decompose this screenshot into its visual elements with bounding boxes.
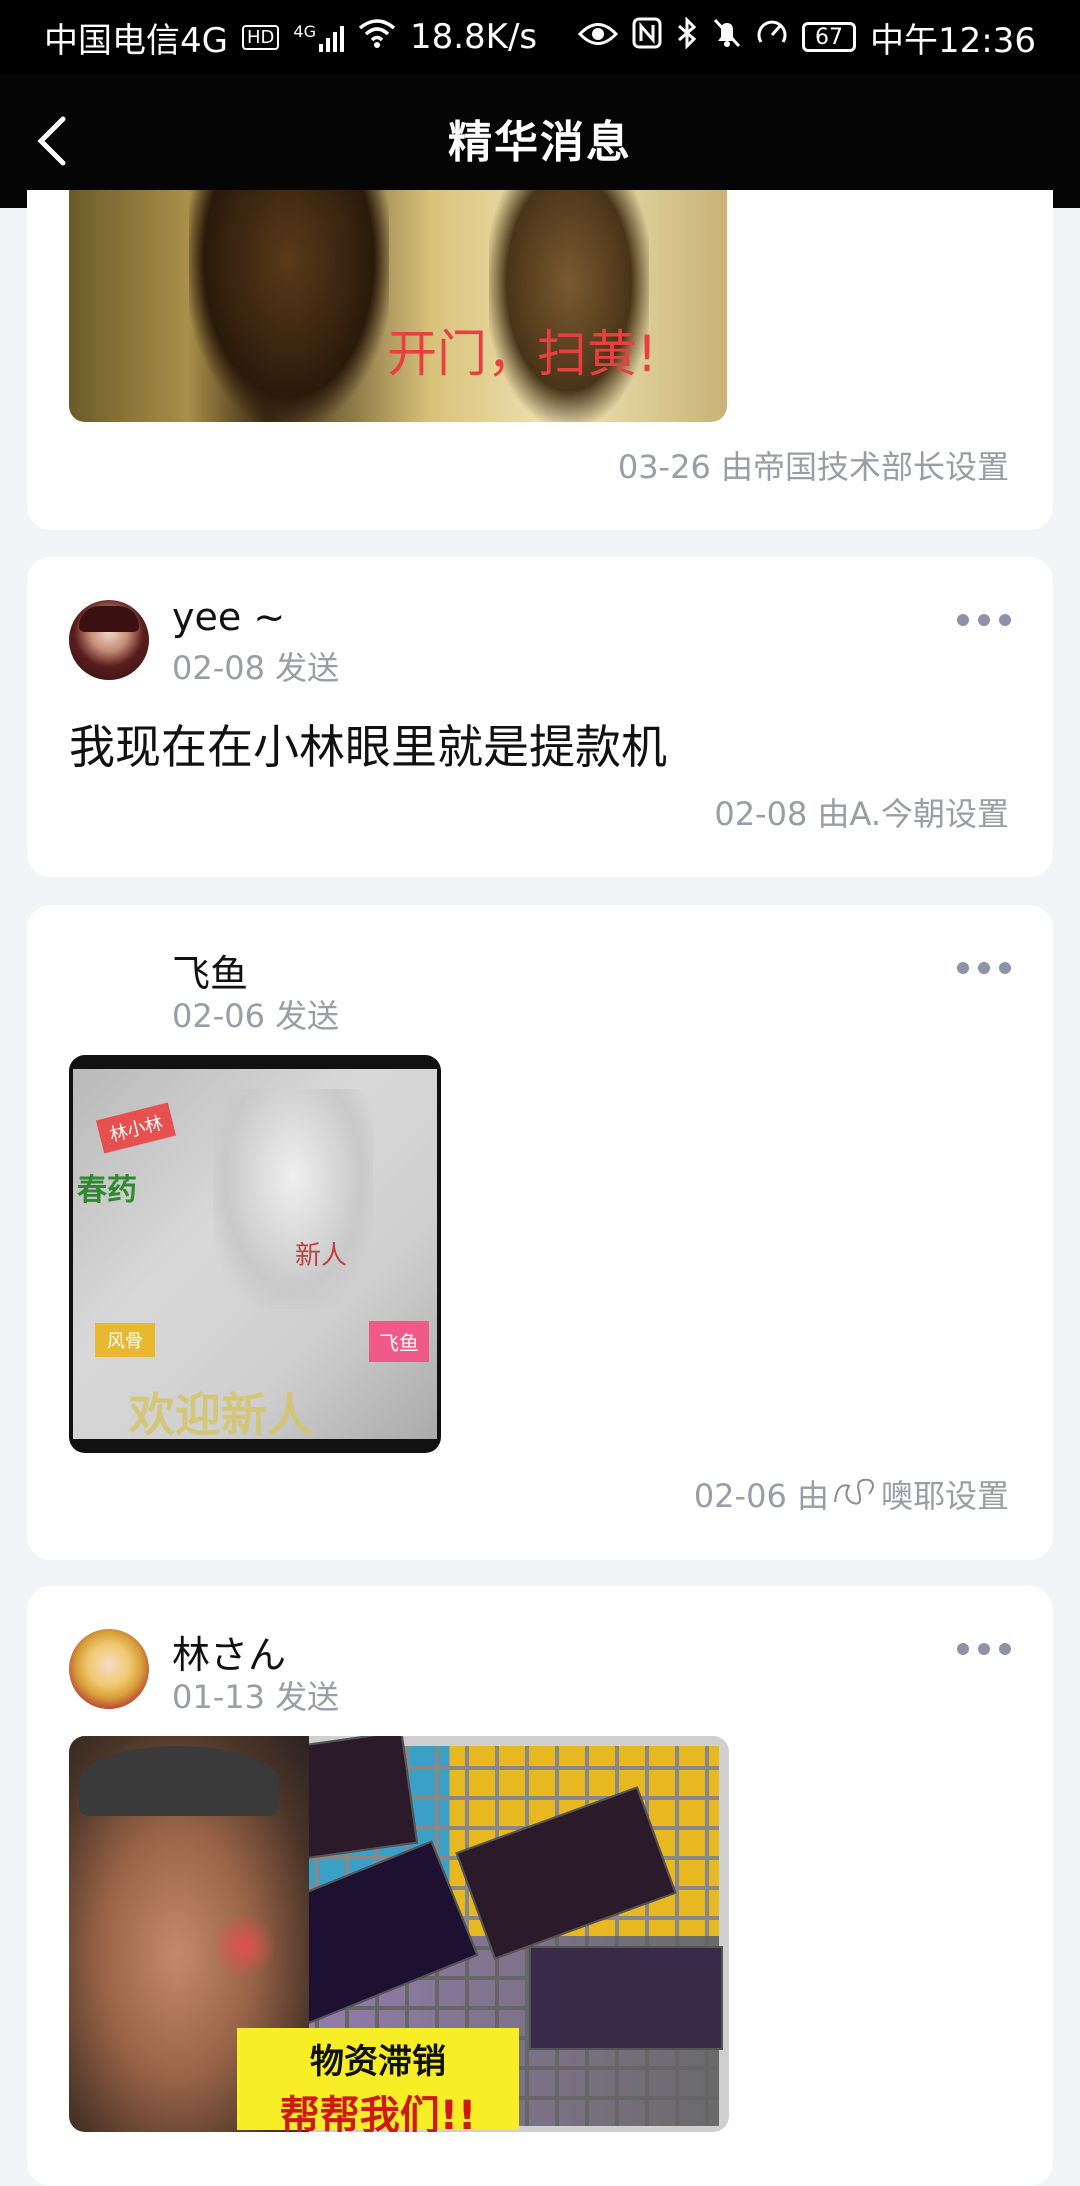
essence-card: 林さん 01-13 发送 物资滞销 帮帮我们!! (27, 1586, 1053, 2186)
username: 飞鱼 (172, 952, 249, 996)
dot-icon (957, 1643, 969, 1655)
dot-icon (999, 614, 1011, 626)
message-image[interactable]: 开门，扫黄! (69, 190, 727, 422)
dot-icon (999, 1643, 1011, 1655)
bluetooth-icon (676, 16, 698, 57)
image-caption: 帮帮我们!! (279, 2093, 477, 2132)
nfc-icon (632, 17, 662, 57)
dot-icon (978, 614, 990, 626)
essence-card: 开门，扫黄! 03-26 由帝国技术部长设置 (27, 190, 1053, 530)
dot-icon (999, 962, 1011, 974)
image-tag: 新人 (295, 1241, 348, 1271)
set-by-label: 02-06 由 噢耶设置 (694, 1471, 1009, 1517)
image-tag: 欢迎新人 (129, 1388, 313, 1442)
avatar[interactable] (69, 948, 149, 1028)
dot-icon (957, 962, 969, 974)
send-time: 02-08 发送 (172, 649, 340, 687)
status-bar: 中国电信4G HD 4G 18.8K/s 67 中午12:36 (0, 0, 1080, 74)
caption-banner: 物资滞销 帮帮我们!! (237, 2028, 519, 2132)
more-options-button[interactable] (957, 609, 1011, 631)
avatar[interactable] (69, 1629, 149, 1709)
message-image[interactable]: 物资滞销 帮帮我们!! (69, 1736, 729, 2132)
image-caption: 物资滞销 (310, 2042, 446, 2082)
image-tag: 林小林 (95, 1102, 177, 1154)
username: 林さん (172, 1633, 287, 1677)
more-options-button[interactable] (957, 957, 1011, 979)
set-by-label: 03-26 由帝国技术部长设置 (617, 448, 1009, 486)
essence-card: yee ~ 02-08 发送 我现在在小林眼里就是提款机 02-08 由A.今朝… (27, 557, 1053, 877)
speedometer-icon (756, 17, 788, 57)
set-by-label: 02-08 由A.今朝设置 (714, 795, 1009, 833)
message-image[interactable]: 林小林 春药 新人 风骨 飞鱼 欢迎新人 (69, 1055, 441, 1453)
carrier-label: 中国电信4G (44, 20, 228, 61)
mute-bell-icon (712, 17, 742, 57)
more-options-button[interactable] (957, 1638, 1011, 1660)
dot-icon (978, 962, 990, 974)
battery-level: 67 (815, 24, 844, 50)
title-bar: 精华消息 (0, 74, 1080, 208)
battery-icon: 67 (802, 22, 857, 52)
send-time: 02-06 发送 (172, 997, 340, 1035)
hd-badge: HD (241, 24, 280, 50)
message-text: 我现在在小林眼里就是提款机 (69, 720, 667, 774)
image-tag: 飞鱼 (369, 1321, 429, 1362)
avatar[interactable] (69, 600, 149, 680)
image-tag: 春药 (77, 1173, 137, 1208)
wifi-icon (358, 18, 396, 56)
image-tag: 风骨 (95, 1323, 155, 1357)
clock: 中午12:36 (870, 20, 1036, 61)
send-time: 01-13 发送 (172, 1678, 340, 1716)
signal-icon: 4G (293, 22, 344, 52)
dot-icon (978, 1643, 990, 1655)
dot-icon (957, 614, 969, 626)
page-title: 精华消息 (448, 117, 632, 168)
user-signature-icon (829, 1472, 881, 1516)
network-speed: 18.8K/s (409, 17, 538, 57)
eye-icon (577, 20, 619, 55)
username: yee ~ (172, 595, 286, 639)
essence-card: 飞鱼 02-06 发送 林小林 春药 新人 风骨 飞鱼 欢迎新人 02-06 由… (27, 905, 1053, 1560)
image-caption: 开门，扫黄! (387, 325, 658, 383)
